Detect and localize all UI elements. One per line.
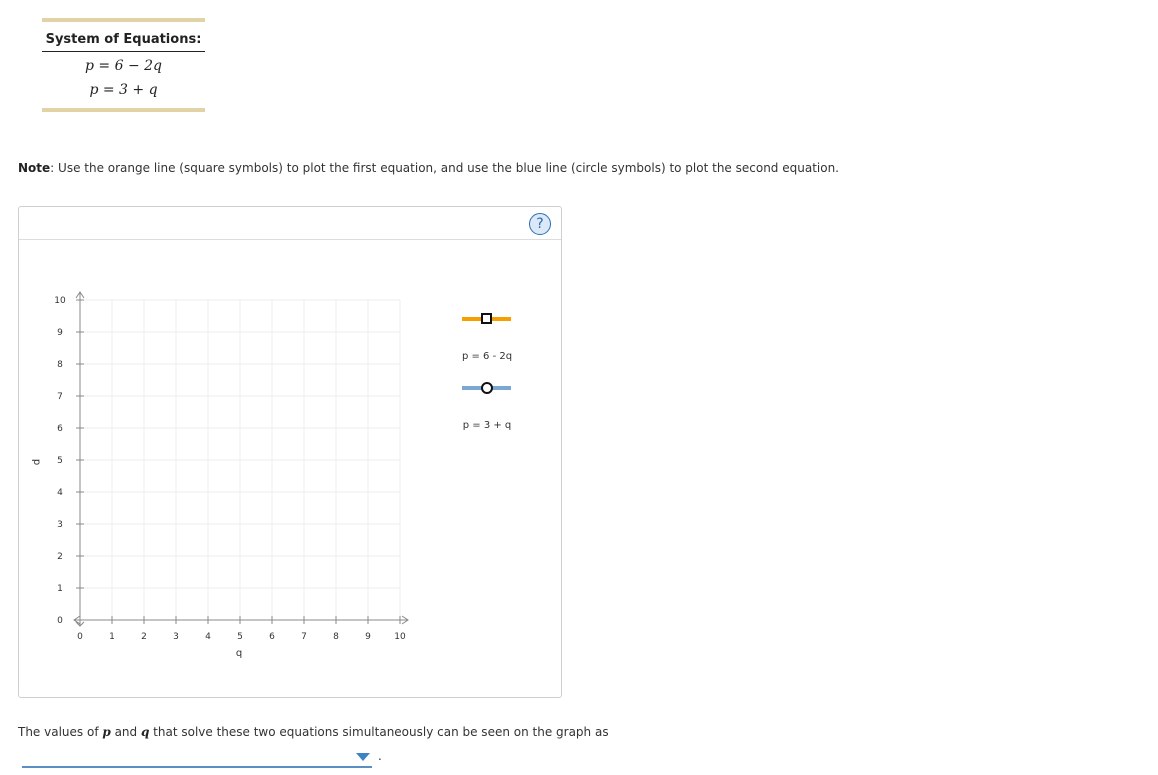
- x-tick-label: 4: [205, 632, 211, 642]
- equation-box-title: System of Equations:: [42, 32, 205, 52]
- equation-box: System of Equations: p = 6 − 2q p = 3 + …: [42, 18, 205, 112]
- answer-period: .: [378, 749, 382, 763]
- answer-text-3: that solve these two equations simultane…: [149, 725, 609, 739]
- square-marker-icon[interactable]: [481, 313, 492, 324]
- x-tick-label: 9: [365, 632, 371, 642]
- y-tick-label: 0: [57, 616, 63, 626]
- y-tick-label: 10: [54, 296, 66, 306]
- y-tick-label: 4: [57, 488, 63, 498]
- y-tick-label: 9: [57, 328, 63, 338]
- answer-text-2: and: [110, 725, 141, 739]
- x-tick-label: 5: [237, 632, 243, 642]
- x-tick-label: 10: [394, 632, 406, 642]
- y-tick-label: 7: [57, 392, 63, 402]
- note-text: Note: Use the orange line (square symbol…: [18, 161, 839, 175]
- y-tick-label: 2: [57, 552, 63, 562]
- answer-sentence: The values of p and q that solve these t…: [18, 725, 609, 739]
- equation-2: p = 3 + q: [89, 82, 158, 98]
- legend-series-2-label: p = 3 + q: [463, 420, 512, 431]
- tick-labels: 0 1 2 3 4 5 6 7 8 9 10 0 1 2 3 4 5 6 7 8 9 10: [54, 296, 406, 642]
- grid-lines: [80, 299, 401, 620]
- answer-text-1: The values of: [18, 725, 103, 739]
- note-label: Note: [18, 161, 51, 175]
- legend-series-1-label: p = 6 - 2q: [462, 351, 512, 362]
- x-tick-label: 1: [109, 632, 115, 642]
- y-tick-label: 6: [57, 424, 63, 434]
- y-tick-label: 5: [57, 456, 63, 466]
- x-tick-label: 3: [173, 632, 179, 642]
- x-tick-label: 8: [333, 632, 339, 642]
- graph-canvas[interactable]: 0 1 2 3 4 5 6 7 8 9 10012345678910 q p p = 6 - 2q …: [19, 207, 561, 697]
- x-tick-label: 2: [141, 632, 147, 642]
- x-tick-label: 0: [77, 632, 83, 642]
- answer-dropdown[interactable]: [22, 750, 372, 768]
- legend-series-2[interactable]: [462, 382, 511, 394]
- axes: [73, 291, 409, 627]
- equation-1: p = 6 − 2q: [85, 58, 162, 74]
- y-axis-label: p: [31, 459, 42, 465]
- x-tick-label: 7: [301, 632, 307, 642]
- legend-series-1[interactable]: [462, 313, 511, 324]
- equation-box-bottom-rule: [42, 108, 205, 112]
- x-tick-label: 6: [269, 632, 275, 642]
- graph-panel: ? 0 1 2 3 4 5 6 7 8 9 10 0 1 2 3 4 5 6 7 8 9 10 q p p = 6 - 2…: [18, 206, 562, 698]
- y-tick-label: 1: [57, 584, 63, 594]
- answer-var-p: p: [102, 725, 111, 739]
- circle-marker-icon[interactable]: [481, 382, 493, 394]
- y-tick-label: 3: [57, 520, 63, 530]
- x-axis-label: q: [236, 648, 242, 659]
- equation-box-top-rule: [42, 18, 205, 22]
- note-body: : Use the orange line (square symbols) t…: [50, 161, 839, 175]
- y-tick-label: 8: [57, 360, 63, 370]
- chevron-down-icon[interactable]: [356, 753, 370, 761]
